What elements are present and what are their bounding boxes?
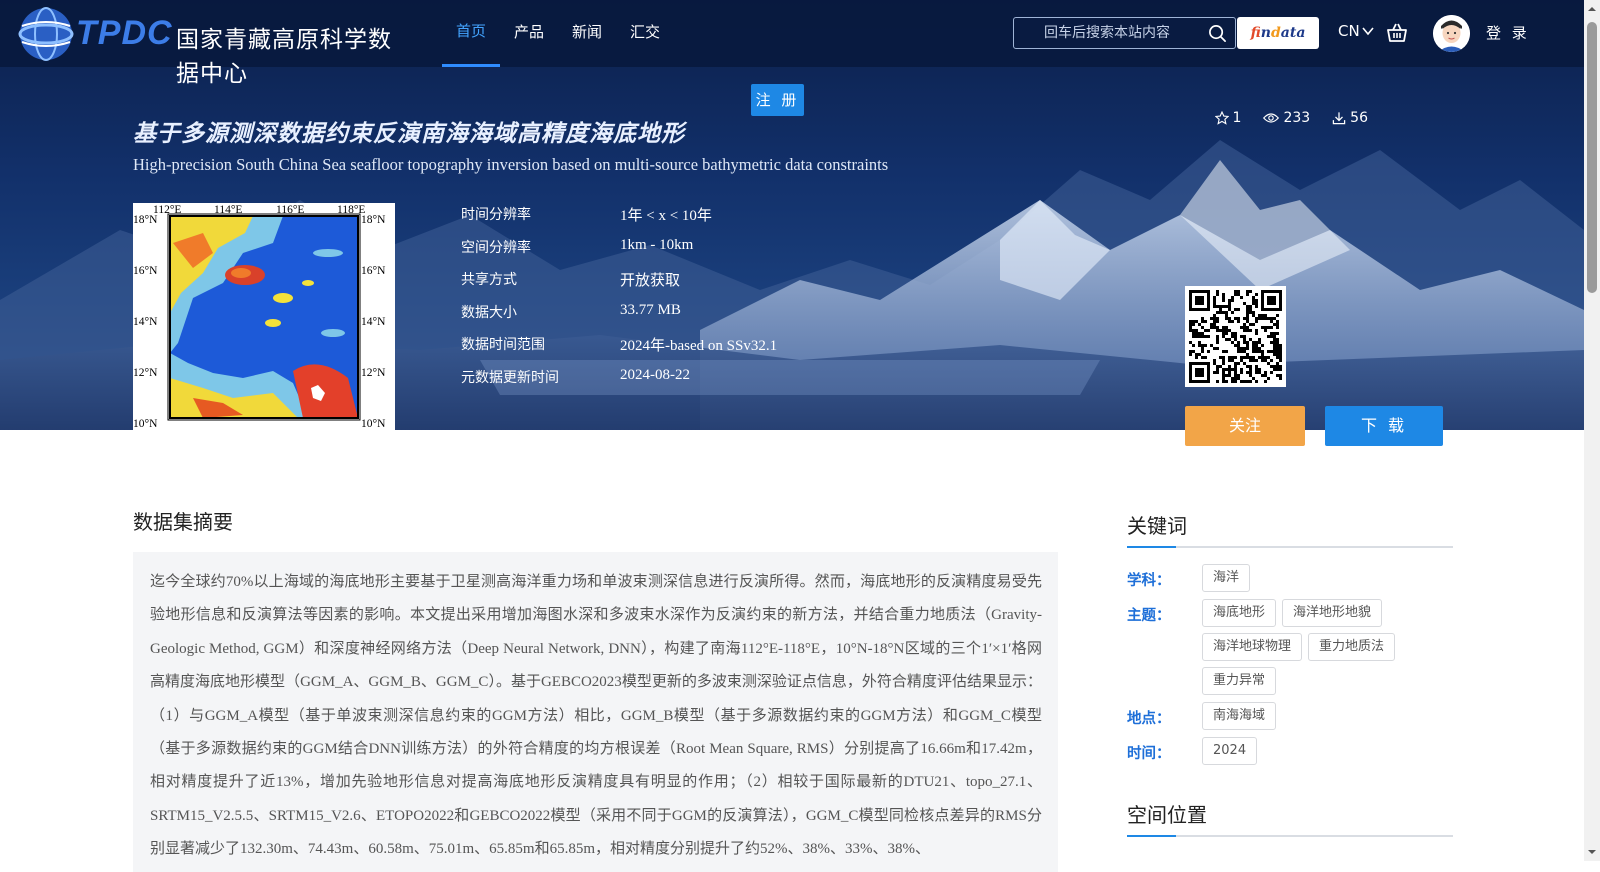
keyword-tag[interactable]: 海底地形 xyxy=(1202,599,1277,627)
menu-item-products[interactable]: 产品 xyxy=(500,0,558,67)
map-right-label: 12°N xyxy=(361,367,386,379)
search-input[interactable] xyxy=(1014,18,1204,48)
dataset-thumbnail: 112°E 114°E 116°E 118°E 18°N 16°N 14°N 1… xyxy=(133,203,395,430)
meta-value: 1km - 10km xyxy=(620,236,694,253)
qr-code-icon xyxy=(1189,290,1282,383)
menu-item-submit[interactable]: 汇交 xyxy=(616,0,674,67)
meta-row: 元数据更新时间 2024-08-22 xyxy=(461,367,777,400)
chevron-down-icon xyxy=(1362,27,1374,36)
download-icon xyxy=(1332,112,1346,125)
logo-chinese-name: 国家青藏高原科学数据中心 xyxy=(176,27,392,87)
meta-value: 2024-08-22 xyxy=(620,366,690,383)
keyword-tag[interactable]: 海洋 xyxy=(1202,564,1251,592)
meta-value: 1年 < x < 10年 xyxy=(620,208,712,224)
user-avatar-icon xyxy=(1433,15,1470,52)
map-right-label: 10°N xyxy=(361,418,386,430)
meta-row: 空间分辨率 1km - 10km xyxy=(461,237,777,270)
keyword-group-label: 主题： xyxy=(1127,608,1171,624)
top-nav: TPDC 国家青藏高原科学数据中心 首页 产品 新闻 汇交 findata CN xyxy=(0,0,1584,87)
map-left-label: 16°N xyxy=(133,265,158,277)
meta-label: 数据时间范围 xyxy=(461,337,545,353)
meta-label: 时间分辨率 xyxy=(461,207,531,223)
avatar[interactable] xyxy=(1433,15,1470,52)
meta-label: 元数据更新时间 xyxy=(461,369,559,386)
keyword-tag[interactable]: 海洋地球物理 xyxy=(1202,633,1303,661)
map-right-label: 16°N xyxy=(361,265,386,277)
dataset-title-cn: 基于多源测深数据约束反演南海海域高精度海底地形 xyxy=(133,121,685,147)
spatial-heading: 空间位置 xyxy=(1127,799,1453,837)
meta-value: 33.77 MB xyxy=(620,301,681,318)
scrollbar-thumb[interactable] xyxy=(1587,22,1597,293)
meta-row: 数据时间范围 2024年-based on SSv32.1 xyxy=(461,334,777,367)
map-right-label: 18°N xyxy=(361,214,386,226)
keyword-group-label: 学科： xyxy=(1127,573,1171,589)
keyword-group-label: 地点： xyxy=(1127,711,1171,727)
meta-value: 2024年-based on SSv32.1 xyxy=(620,338,778,354)
map-top-label: 114°E xyxy=(214,204,242,216)
abstract-box: 迄今全球约70%以上海域的海底地形主要基于卫星测高海洋重力场和单波束测深信息进行… xyxy=(133,552,1058,872)
favorites-stat[interactable]: 1 xyxy=(1214,110,1242,126)
map-left-label: 14°N xyxy=(133,316,158,328)
map-left-label: 18°N xyxy=(133,214,158,226)
favorites-count: 1 xyxy=(1232,110,1242,126)
map-left-label: 12°N xyxy=(133,367,158,379)
site-logo[interactable]: TPDC 国家青藏高原科学数据中心 xyxy=(14,4,404,87)
map-left-label: 10°N xyxy=(133,418,158,430)
search-box xyxy=(1013,17,1236,49)
meta-row: 时间分辨率 1年 < x < 10年 xyxy=(461,204,777,237)
globe-logo-icon xyxy=(18,7,74,61)
register-button[interactable]: 注 册 xyxy=(751,84,804,116)
downloads-count: 56 xyxy=(1350,110,1368,126)
abstract-heading: 数据集摘要 xyxy=(133,510,233,534)
meta-row: 共享方式 开放获取 xyxy=(461,269,777,302)
meta-label: 空间分辨率 xyxy=(461,239,531,256)
follow-button[interactable]: 关注 xyxy=(1185,406,1305,446)
scroll-down-icon[interactable] xyxy=(1587,847,1597,857)
scroll-up-icon[interactable] xyxy=(1587,4,1597,14)
map-top-label: 116°E xyxy=(276,204,304,216)
logo-text: TPDC xyxy=(76,14,173,52)
downloads-stat: 56 xyxy=(1332,110,1368,126)
language-switcher[interactable]: CN xyxy=(1338,22,1374,40)
abstract-text: 迄今全球约70%以上海域的海底地形主要基于卫星测高海洋重力场和单波束测深信息进行… xyxy=(150,574,1042,858)
keyword-tag[interactable]: 海洋地形地貌 xyxy=(1282,599,1383,627)
qr-code xyxy=(1185,286,1286,387)
menu-item-home[interactable]: 首页 xyxy=(442,0,501,67)
keyword-group-time: 时间： 2024 xyxy=(1127,737,1453,765)
keyword-group-theme: 主题： 海底地形 海洋地形地貌 海洋地球物理 重力地质法 重力异常 xyxy=(1127,599,1453,695)
eye-icon xyxy=(1263,113,1280,123)
keywords-heading: 关键词 xyxy=(1127,510,1453,548)
meta-row: 数据大小 33.77 MB xyxy=(461,302,777,335)
keyword-tag[interactable]: 重力异常 xyxy=(1202,667,1277,695)
keywords-panel: 关键词 学科： 海洋 主题： 海底地形 海洋地形地貌 海洋地球物理 重力地质法 … xyxy=(1127,510,1453,837)
views-count: 233 xyxy=(1283,110,1311,126)
dataset-metadata: 时间分辨率 1年 < x < 10年 空间分辨率 1km - 10km 共享方式… xyxy=(461,204,777,399)
dataset-title-en: High-precision South China Sea seafloor … xyxy=(133,155,889,174)
menu-item-news[interactable]: 新闻 xyxy=(558,0,616,67)
language-label: CN xyxy=(1338,22,1360,40)
meta-label: 共享方式 xyxy=(461,272,517,288)
keyword-group-place: 地点： 南海海域 xyxy=(1127,702,1453,730)
login-link[interactable]: 登 录 xyxy=(1486,22,1530,43)
main-menu: 首页 产品 新闻 汇交 xyxy=(442,0,674,67)
keyword-tag[interactable]: 2024 xyxy=(1202,737,1258,765)
star-icon xyxy=(1214,111,1229,125)
keyword-tag[interactable]: 重力地质法 xyxy=(1308,633,1396,661)
map-right-label: 14°N xyxy=(361,316,386,328)
keyword-tag[interactable]: 南海海域 xyxy=(1202,702,1277,730)
findata-button[interactable]: findata xyxy=(1237,17,1319,49)
keyword-group-discipline: 学科： 海洋 xyxy=(1127,564,1453,592)
basket-icon[interactable] xyxy=(1386,22,1408,44)
meta-value: 开放获取 xyxy=(620,273,681,289)
bathymetry-map-image: 112°E 114°E 116°E 118°E 18°N 16°N 14°N 1… xyxy=(133,204,386,430)
page-scrollbar[interactable] xyxy=(1584,0,1600,861)
meta-label: 数据大小 xyxy=(461,304,517,321)
views-stat: 233 xyxy=(1263,110,1310,126)
download-button[interactable]: 下 载 xyxy=(1325,406,1443,446)
keyword-group-label: 时间： xyxy=(1127,746,1171,762)
dataset-stats: 1 233 56 xyxy=(1214,110,1368,126)
search-icon[interactable] xyxy=(1208,24,1227,43)
